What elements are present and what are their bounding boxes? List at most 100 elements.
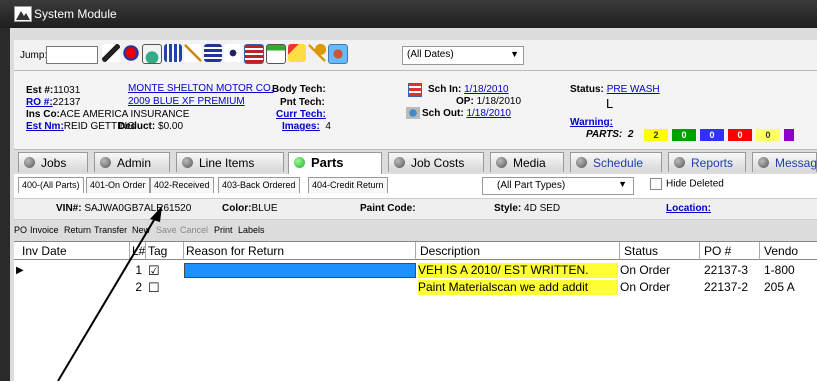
tab-media[interactable]: Media [490,152,564,172]
transfer-button[interactable]: Transfer [94,225,127,235]
status-mark: L [606,96,614,111]
tab-dot-icon [758,157,769,168]
reason-for-return-field[interactable] [184,263,416,278]
home-icon[interactable] [142,44,162,64]
tab-dot-icon [182,157,193,168]
print-button[interactable]: Print [214,225,233,235]
status-badge: 0 [728,129,752,141]
status: Status: PRE WASH [570,84,660,95]
parts-actions: PO Invoice Return Transfer New Save Canc… [14,222,817,240]
schedule-out-icon[interactable] [406,107,420,119]
labels-button[interactable]: Labels [238,225,265,235]
parts-subtabs: 400-(All Parts) 401-On Order 402-Receive… [14,174,817,199]
vendor-cell: 1-800 [764,263,795,277]
schedule-out: Sch Out: 1/18/2010 [422,108,511,119]
grid-icon[interactable] [204,44,222,62]
date-filter-select[interactable]: (All Dates) ▼ [402,46,524,65]
subtab-back-ordered[interactable]: 403-Back Ordered [218,177,300,193]
subtab-on-order[interactable]: 401-On Order [86,177,150,193]
tab-dot-icon [576,157,587,168]
tab-admin[interactable]: Admin [94,152,170,172]
column-header-description[interactable]: Description [416,242,620,260]
tab-job-costs[interactable]: Job Costs [388,152,484,172]
hide-deleted-checkbox[interactable]: Hide Deleted [650,178,724,190]
tab-line-items[interactable]: Line Items [176,152,284,172]
parts-grid: Inv Date L# Tag Reason for Return Descri… [14,241,817,382]
tab-dot-icon [674,157,685,168]
jump-input[interactable] [46,46,98,64]
new-button[interactable]: New [132,225,150,235]
chevron-down-icon: ▼ [510,49,519,59]
location-link[interactable]: Location: [666,203,711,214]
ro-number: RO #:22137 [26,97,81,108]
subtab-all-parts[interactable]: 400-(All Parts) [18,177,84,193]
paint-tech-label: Pnt Tech: [280,97,325,108]
status-cell: On Order [620,280,671,294]
key-icon[interactable] [308,44,326,62]
images-count: Images: 4 [282,121,331,132]
form-icon[interactable] [266,44,286,64]
tab-reports[interactable]: Reports [668,152,746,172]
customer-link[interactable]: MONTE SHELTON MOTOR CO. [128,83,274,94]
table-icon[interactable] [244,44,264,64]
po-cell: 22137-2 [704,280,749,294]
jump-label: Jump: [20,50,48,61]
calendar-icon[interactable] [164,44,182,62]
vehicle-link[interactable]: 2009 BLUE XF PREMIUM [128,96,245,107]
puzzle-icon[interactable] [328,44,348,64]
column-header-tag[interactable]: Tag [146,242,184,260]
tab-schedule[interactable]: Schedule [570,152,662,172]
part-types-select[interactable]: (All Part Types) ▼ [482,177,634,195]
save-button[interactable]: Save [156,225,177,235]
schedule-calendar-icon[interactable] [408,83,422,97]
tab-parts[interactable]: Parts [288,152,382,174]
column-header-status[interactable]: Status [620,242,700,260]
cancel-button[interactable]: Cancel [180,225,208,235]
insurance-company: Ins Co:ACE AMERICA INSURANCE [26,109,190,120]
tag-checkbox[interactable]: ☐ [148,280,164,295]
description-cell: VEH IS A 2010/ EST WRITTEN. [418,263,618,278]
tab-dot-icon [100,157,111,168]
po-cell: 22137-3 [704,263,749,277]
tab-jobs[interactable]: Jobs [18,152,88,172]
tab-dot-icon [394,157,405,168]
tab-messages[interactable]: Messag [752,152,817,172]
column-header-po[interactable]: PO # [700,242,760,260]
wand-icon[interactable] [184,44,202,62]
vendor-cell: 205 A [764,280,795,294]
record-icon[interactable] [122,44,140,62]
subtab-credit-return[interactable]: 404-Credit Return [308,177,388,193]
warning-link[interactable]: Warning: [570,117,613,128]
title-bar: System Module [0,0,817,28]
deductible: Deduct: $0.00 [118,121,184,132]
pen-icon[interactable] [102,44,120,62]
paint-code-label: Paint Code: [360,203,416,214]
part-types-value: (All Part Types) [497,180,566,191]
window-title: System Module [34,7,117,21]
return-button[interactable]: Return [64,225,91,235]
invoice-button[interactable]: Invoice [30,225,59,235]
vehicle-info-bar: VIN#: SAJWA0GB7ALR61520 Color:BLUE Paint… [14,199,817,220]
parts-count: PARTS: 2 [586,129,634,140]
main-tabs: Jobs Admin Line Items Parts Job Costs Me… [14,152,817,174]
column-header-inv-date[interactable]: Inv Date [14,242,130,260]
vin: VIN#: SAJWA0GB7ALR61520 [56,203,192,214]
app-logo-icon [14,6,32,22]
chevron-down-icon: ▼ [618,179,627,189]
checkbox-icon [650,178,662,190]
column-header-line[interactable]: L# [130,242,146,260]
main-toolbar: Jump: (All Dates) ▼ [14,40,817,71]
column-header-vendor[interactable]: Vendo [760,242,817,260]
op-date: OP: 1/18/2010 [456,96,522,107]
column-header-reason[interactable]: Reason for Return [184,242,416,260]
row-selector-icon: ▶ [16,265,24,276]
tag-checkbox[interactable]: ☑ [148,263,164,278]
status-cell: On Order [620,263,671,277]
description-cell: Paint Materialscan we add addit [418,280,618,295]
subtab-received[interactable]: 402-Received [150,177,214,193]
info-icon[interactable] [224,44,242,62]
note-icon[interactable] [288,44,306,62]
current-tech-link[interactable]: Curr Tech: [276,109,326,120]
po-button[interactable]: PO [14,225,27,235]
status-badge: 0 [672,129,696,141]
